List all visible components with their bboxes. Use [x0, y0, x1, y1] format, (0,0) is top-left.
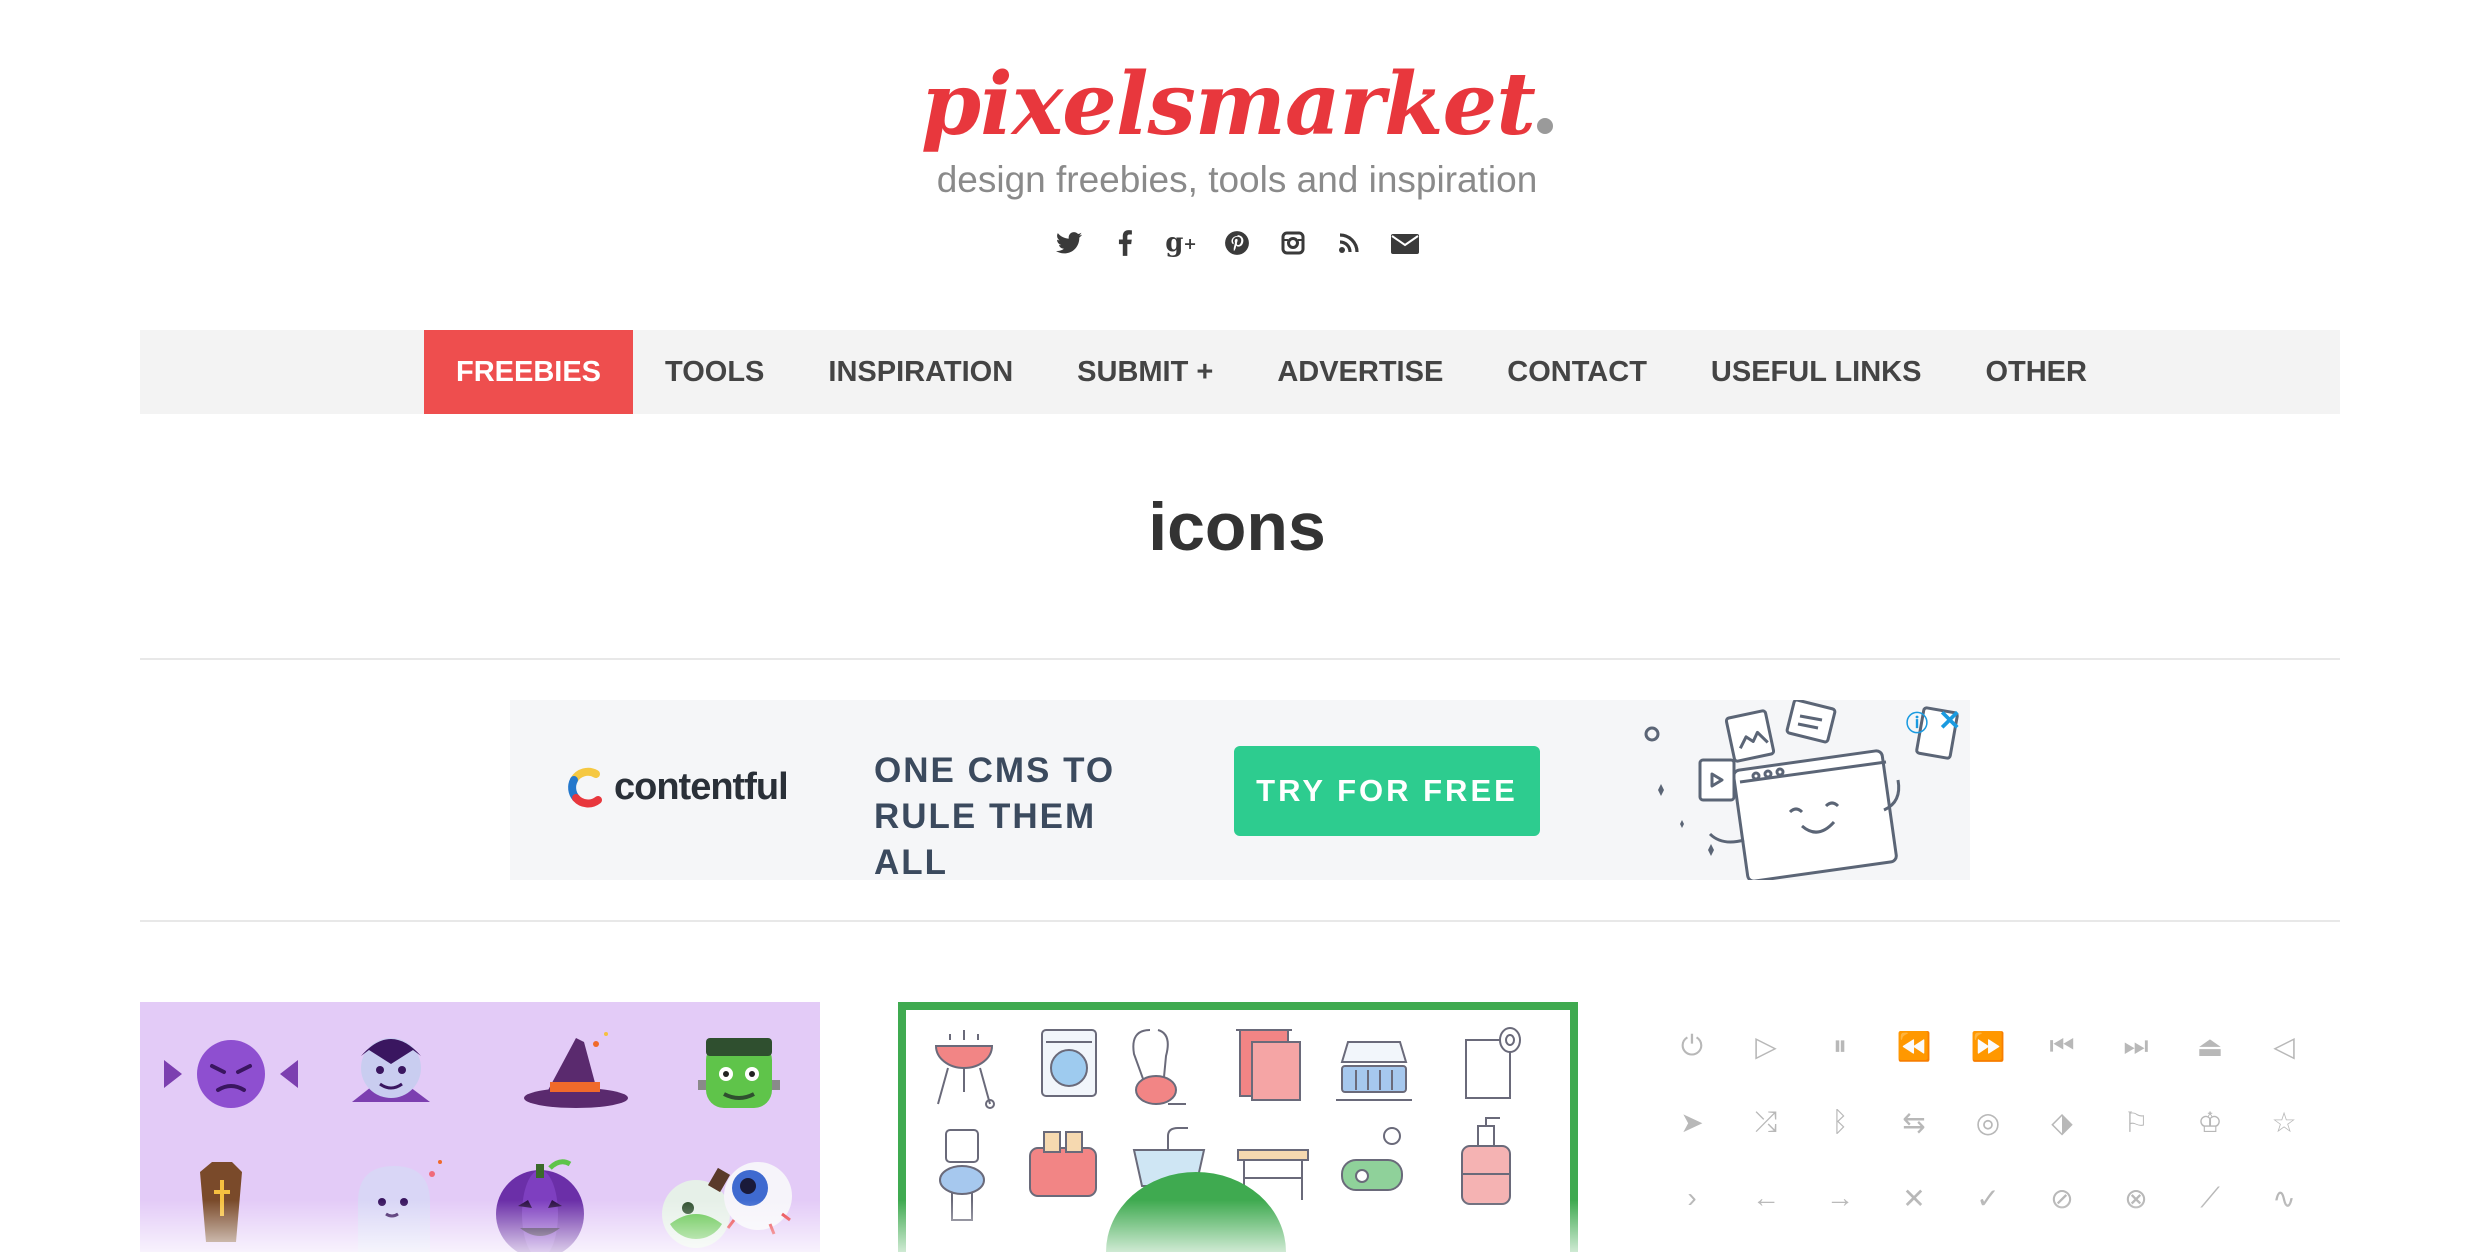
logo-dot	[1536, 118, 1553, 134]
skip-back-icon: ⏮	[2049, 1029, 2075, 1061]
rewind-icon: ⏪	[1896, 1030, 1932, 1062]
rss-icon[interactable]	[1335, 226, 1363, 260]
candy-icon	[164, 1040, 298, 1108]
bluetooth-icon: ᛒ	[1831, 1106, 1849, 1137]
shuffle-icon: ⤮	[1754, 1105, 1778, 1137]
soap-icon	[1341, 1127, 1403, 1191]
toothbrush-icon	[1336, 1041, 1412, 1101]
divider	[140, 658, 2340, 660]
site-tagline: design freebies, tools and inspiration	[936, 159, 1538, 200]
nav-item-other[interactable]: OTHER	[1953, 330, 2119, 414]
nav-item-useful-links[interactable]: USEFUL LINKS	[1679, 330, 1954, 414]
pause-icon: ⏸	[1832, 1029, 1847, 1061]
ad-brand-logo[interactable]: contentful	[566, 764, 789, 810]
ad-info-icon[interactable]: ⓘ	[1906, 706, 1928, 738]
soap-dispenser-icon	[1461, 1117, 1511, 1205]
transfer-icon: ⇆	[1902, 1106, 1926, 1138]
fast-forward-icon: ⏩	[1970, 1030, 2006, 1062]
nav-item-freebies[interactable]: FREEBIES	[424, 330, 634, 414]
star-icon: ☆	[2271, 1106, 2297, 1138]
megaphone-icon: ◁	[2273, 1030, 2295, 1062]
ad-close-icon[interactable]: ✕	[1938, 704, 1961, 737]
target-icon: ◎	[1975, 1106, 2001, 1138]
washing-machine-icon	[1041, 1029, 1097, 1097]
pinterest-icon[interactable]	[1223, 226, 1251, 260]
site-logo-text: pixelsmarket	[921, 54, 1536, 155]
play-icon: ▷	[1755, 1030, 1777, 1062]
bottom-fade	[0, 1200, 2474, 1252]
main-nav: FREEBIES TOOLS INSPIRATION SUBMIT + ADVE…	[424, 330, 2119, 414]
flag-icon: ⚐	[2123, 1106, 2149, 1138]
eject-icon: ⏏	[2196, 1030, 2224, 1062]
instagram-icon[interactable]	[1279, 226, 1307, 260]
nav-item-inspiration[interactable]: INSPIRATION	[796, 330, 1045, 414]
email-icon[interactable]	[1391, 226, 1419, 260]
skip-forward-icon: ⏭	[2123, 1029, 2149, 1061]
ad-headline-line-2: RULE THEM ALL	[874, 797, 1097, 882]
grill-icon	[934, 1030, 995, 1109]
facebook-icon[interactable]	[1111, 226, 1139, 260]
witch-hat-icon	[524, 1032, 628, 1108]
contentful-logo-icon	[568, 767, 602, 808]
ad-headline: ONE CMS TO RULE THEM ALL	[874, 748, 1174, 886]
towels-icon	[1236, 1029, 1301, 1101]
ad-cta-button[interactable]: TRY FOR FREE	[1234, 746, 1540, 836]
power-icon: ⏻	[1680, 1029, 1704, 1061]
ad-banner[interactable]: contentful ONE CMS TO RULE THEM ALL TRY …	[510, 700, 1970, 882]
ad-headline-line-1: ONE CMS TO	[874, 751, 1116, 790]
social-links: g +	[0, 226, 2474, 260]
send-icon: ➤	[1680, 1106, 1704, 1138]
google-plus-icon[interactable]: g +	[1165, 226, 1197, 260]
ad-brand-name: contentful	[614, 765, 789, 808]
page-title: icons	[1148, 489, 1326, 565]
divider	[140, 920, 2340, 922]
toaster-icon	[1029, 1131, 1097, 1197]
site-logo[interactable]: pixelsmarket	[0, 62, 2474, 148]
toilet-paper-icon	[1465, 1027, 1521, 1099]
nav-item-tools[interactable]: TOOLS	[633, 330, 796, 414]
tag-icon: ⬗	[2051, 1106, 2073, 1138]
vacuum-icon	[1132, 1029, 1186, 1105]
frankenstein-icon	[698, 1038, 780, 1108]
nav-item-advertise[interactable]: ADVERTISE	[1245, 330, 1475, 414]
dracula-icon	[352, 1038, 430, 1102]
twitter-icon[interactable]	[1055, 226, 1083, 260]
nav-item-submit[interactable]: SUBMIT +	[1045, 330, 1245, 414]
trophy-icon: ♔	[2197, 1106, 2223, 1138]
nav-item-contact[interactable]: CONTACT	[1475, 330, 1679, 414]
